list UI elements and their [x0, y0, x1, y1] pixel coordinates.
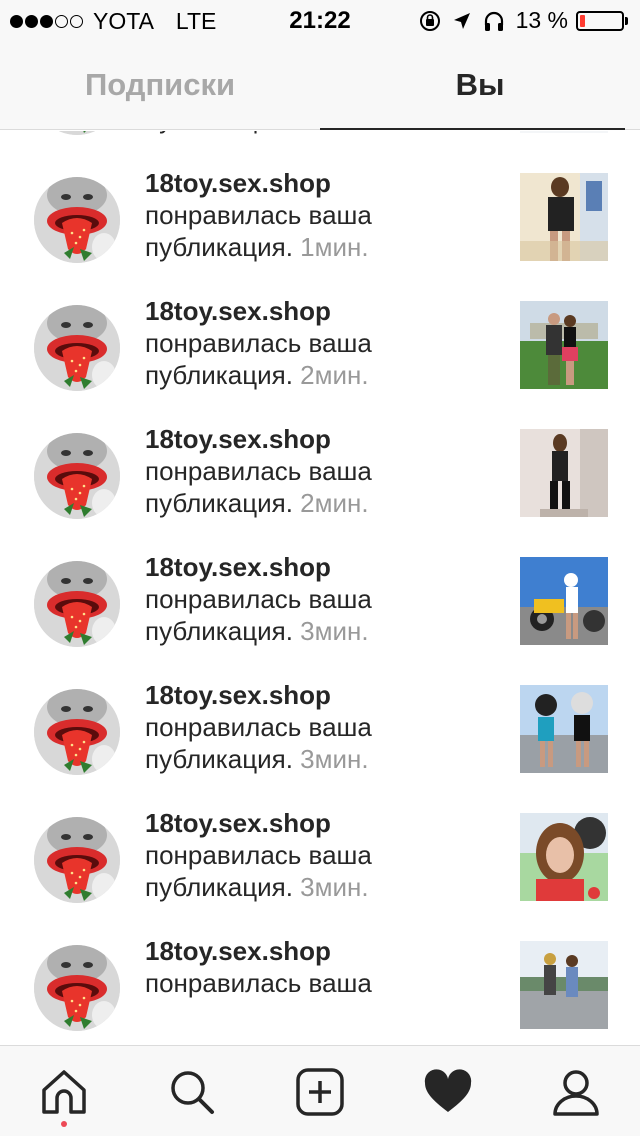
battery-cap — [625, 16, 628, 25]
notification-line: публикация. 3мин. — [145, 743, 372, 775]
add-post-icon — [296, 1067, 344, 1116]
notification-object: публикация. — [145, 232, 293, 262]
notification-item[interactable]: 18toy.sex.shop понравилась ваша публикация… — [0, 295, 640, 423]
motorcycle-photo[interactable] — [520, 557, 608, 645]
notification-object: публикация. — [145, 616, 293, 646]
notification-action: понравилась ваша — [145, 840, 372, 870]
notification-username[interactable]: 18toy.sex.shop — [145, 295, 372, 327]
notification-item[interactable]: 18toy.sex.shop понравилась ваша публикация… — [0, 551, 640, 679]
tab-following[interactable]: Подписки — [0, 40, 320, 130]
notification-username[interactable]: 18toy.sex.shop — [145, 679, 372, 711]
selfie-helmet-photo[interactable] — [520, 813, 608, 901]
battery-icon — [576, 10, 624, 31]
snow-photo[interactable] — [520, 131, 608, 133]
user-avatar[interactable] — [34, 817, 120, 903]
bottom-nav — [0, 1045, 640, 1136]
tab-you[interactable]: Вы — [320, 40, 640, 130]
home-icon — [42, 1069, 86, 1114]
user-avatar[interactable] — [34, 561, 120, 647]
notification-text: 18toy.sex.shop понравилась ваша публикация… — [145, 807, 372, 903]
notification-text: понравилась вашапубликация. 1мин. — [145, 131, 372, 135]
notification-time: 3мин. — [300, 872, 369, 902]
notification-action: понравилась ваша — [145, 456, 372, 486]
notification-time: 2мин. — [300, 360, 369, 390]
battery-percent: 13 % — [515, 7, 568, 33]
notification-item[interactable]: 18toy.sex.shop понравилась ваша — [0, 935, 640, 1045]
notifications-feed[interactable]: понравилась вашапубликация. 1мин.18toy.s… — [0, 131, 640, 1045]
notification-time: 1мин. — [300, 131, 368, 134]
notification-text: 18toy.sex.shop понравилась ваша публикация… — [145, 551, 372, 647]
notification-line: публикация. 1мин. — [145, 131, 372, 135]
notification-object: публикация. — [145, 360, 293, 390]
notification-username[interactable]: 18toy.sex.shop — [145, 935, 372, 967]
notification-line: публикация. 3мин. — [145, 615, 372, 647]
user-avatar[interactable] — [34, 433, 120, 519]
notification-username[interactable]: 18toy.sex.shop — [145, 423, 372, 455]
notification-text: 18toy.sex.shop понравилась ваша публикация… — [145, 679, 372, 775]
notification-time: 3мин. — [300, 616, 369, 646]
boots-photo[interactable] — [520, 429, 608, 517]
mirror-selfie-photo[interactable] — [520, 173, 608, 261]
notification-line: публикация. 3мин. — [145, 871, 372, 903]
active-tab-indicator — [320, 128, 625, 130]
notification-object: публикация. — [145, 872, 293, 902]
search-icon — [171, 1070, 214, 1114]
couple-park-photo[interactable] — [520, 301, 608, 389]
nav-home-button[interactable] — [0, 1046, 128, 1136]
notification-item[interactable]: 18toy.sex.shop понравилась ваша публикация… — [0, 679, 640, 807]
status-bar: YOTA LTE 21:22 13 % — [0, 0, 640, 40]
notification-username[interactable]: 18toy.sex.shop — [145, 167, 372, 199]
notification-text: 18toy.sex.shop понравилась ваша — [145, 935, 372, 999]
status-right: 13 % — [408, 7, 628, 34]
battery-level — [580, 14, 586, 27]
notification-time: 2мин. — [300, 488, 369, 518]
user-avatar[interactable] — [34, 131, 120, 135]
user-avatar[interactable] — [34, 689, 120, 775]
home-notification-dot — [61, 1121, 67, 1127]
notification-text: 18toy.sex.shop понравилась ваша публикация… — [145, 167, 372, 263]
user-avatar[interactable] — [34, 177, 120, 263]
notification-action: понравилась ваша — [145, 200, 372, 230]
notification-line: публикация. 1мин. — [145, 231, 372, 263]
notification-action: понравилась ваша — [145, 584, 372, 614]
notification-action: понравилась ваша — [145, 968, 372, 998]
heart-icon — [424, 1068, 472, 1112]
notification-object: публикация. — [145, 488, 293, 518]
rotation-lock-icon — [418, 9, 442, 33]
helmets-photo[interactable] — [520, 685, 608, 773]
notification-item[interactable]: 18toy.sex.shop понравилась ваша публикация… — [0, 423, 640, 551]
profile-icon — [553, 1069, 599, 1116]
notification-object: публикация. — [145, 131, 293, 134]
notification-action: понравилась ваша — [145, 712, 372, 742]
notification-username[interactable]: 18toy.sex.shop — [145, 807, 372, 839]
nav-activity-button[interactable] — [384, 1046, 512, 1136]
notifications-list: понравилась вашапубликация. 1мин.18toy.s… — [0, 131, 640, 1045]
notification-item[interactable]: понравилась вашапубликация. 1мин. — [0, 131, 640, 167]
notification-item[interactable]: 18toy.sex.shop понравилась ваша публикация… — [0, 807, 640, 935]
notification-time: 3мин. — [300, 744, 369, 774]
nav-add-post-button[interactable] — [256, 1046, 384, 1136]
user-avatar[interactable] — [34, 305, 120, 391]
notification-object: публикация. — [145, 744, 293, 774]
nav-profile-button[interactable] — [512, 1046, 640, 1136]
activity-tabs: Подписки Вы — [0, 40, 640, 130]
notification-text: 18toy.sex.shop понравилась ваша публикация… — [145, 423, 372, 519]
notification-username[interactable]: 18toy.sex.shop — [145, 551, 372, 583]
user-avatar[interactable] — [34, 945, 120, 1031]
notification-item[interactable]: 18toy.sex.shop понравилась ваша публикация… — [0, 167, 640, 295]
notification-line: публикация. 2мин. — [145, 487, 372, 519]
notification-line: публикация. 2мин. — [145, 359, 372, 391]
street-photo[interactable] — [520, 941, 608, 1029]
notification-action: понравилась ваша — [145, 328, 372, 358]
nav-search-button[interactable] — [128, 1046, 256, 1136]
notification-time: 1мин. — [300, 232, 369, 262]
location-arrow-icon — [452, 11, 472, 31]
headphones-icon — [482, 9, 506, 33]
notification-text: 18toy.sex.shop понравилась ваша публикация… — [145, 295, 372, 391]
